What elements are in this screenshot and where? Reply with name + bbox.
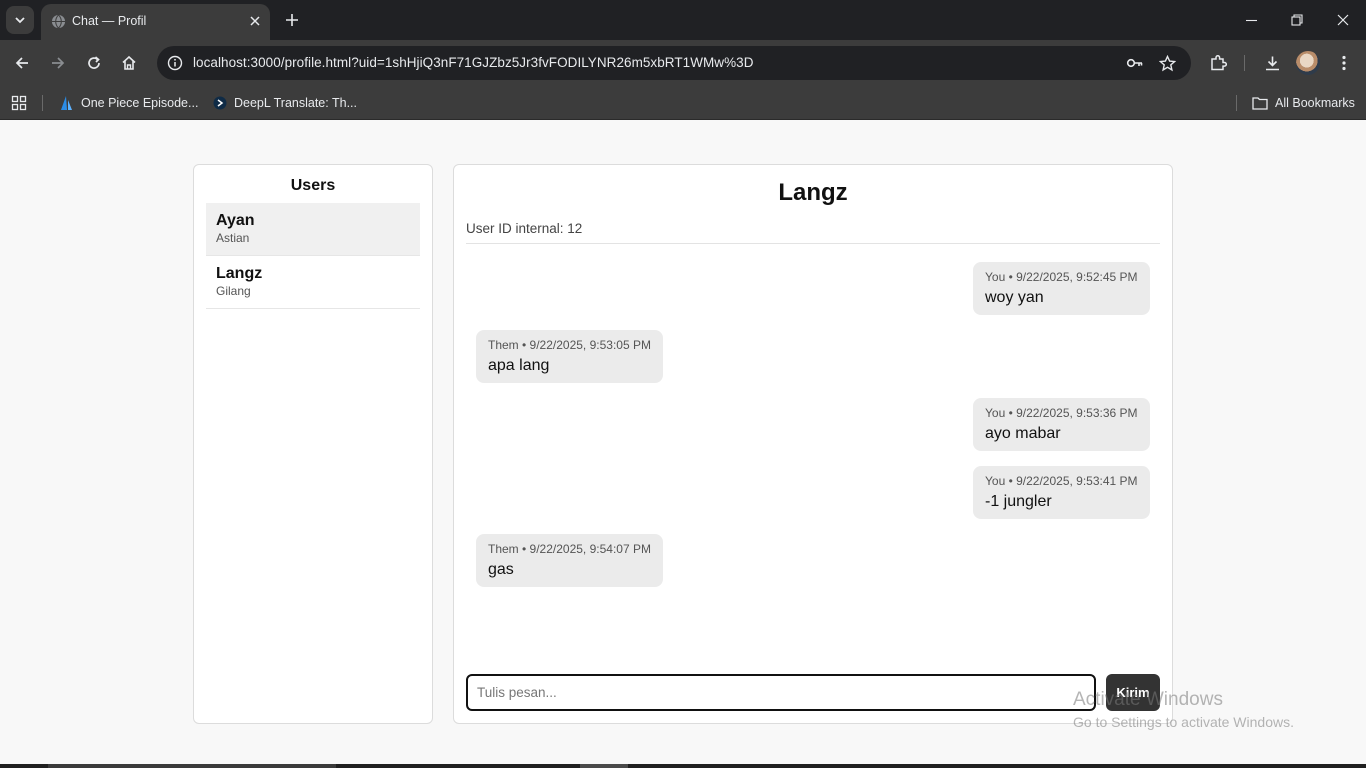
user-subtitle: Gilang	[216, 284, 251, 298]
tab-title: Chat — Profil	[72, 14, 147, 28]
bookmark-label: One Piece Episode...	[81, 96, 199, 110]
users-panel: Users Ayan Astian Langz Gilang	[193, 164, 433, 724]
minimize-button[interactable]	[1228, 0, 1274, 40]
arrow-left-icon	[15, 57, 28, 69]
restore-icon	[1291, 14, 1303, 26]
message-bubble: You • 9/22/2025, 9:53:36 PM ayo mabar	[973, 398, 1150, 451]
forward-button[interactable]	[42, 47, 74, 79]
chat-divider	[466, 243, 1160, 244]
profile-avatar[interactable]	[1296, 51, 1320, 75]
chat-user-id: User ID internal: 12	[466, 221, 583, 236]
message-bubble: Them • 9/22/2025, 9:54:07 PM gas	[476, 534, 663, 587]
page-content: Users Ayan Astian Langz Gilang Langz Use…	[0, 121, 1366, 764]
menu-button[interactable]	[1328, 47, 1360, 79]
message-meta: You • 9/22/2025, 9:52:45 PM	[985, 270, 1138, 284]
message-text: ayo mabar	[985, 425, 1061, 442]
message-meta: You • 9/22/2025, 9:53:36 PM	[985, 406, 1138, 420]
user-name: Langz	[216, 265, 263, 282]
message-text: -1 jungler	[985, 493, 1052, 510]
apps-button[interactable]	[11, 92, 27, 114]
chevron-down-icon	[15, 17, 25, 24]
password-key-button[interactable]	[1123, 51, 1147, 75]
minimize-icon	[1245, 19, 1257, 21]
tab-close-button[interactable]	[246, 12, 264, 30]
message-text: apa lang	[488, 357, 550, 374]
chat-panel: Langz User ID internal: 12 You • 9/22/20…	[453, 164, 1173, 724]
bookmark-label: DeepL Translate: Th...	[234, 96, 357, 110]
browser-toolbar: localhost:3000/profile.html?uid=1shHjiQ3…	[0, 40, 1366, 86]
user-name: Ayan	[216, 212, 255, 229]
all-bookmarks-label: All Bookmarks	[1275, 96, 1355, 110]
browser-tab[interactable]: Chat — Profil	[41, 4, 270, 40]
message-bubble: You • 9/22/2025, 9:53:41 PM -1 jungler	[973, 466, 1150, 519]
users-title: Users	[290, 177, 336, 194]
kebab-menu-icon	[1342, 55, 1346, 71]
message-bubble: Them • 9/22/2025, 9:53:05 PM apa lang	[476, 330, 663, 383]
bookmark-one-piece[interactable]: One Piece Episode...	[58, 92, 198, 114]
toolbar-divider	[1244, 55, 1245, 71]
puzzle-icon	[1211, 54, 1227, 71]
url-text: localhost:3000/profile.html?uid=1shHjiQ3…	[193, 55, 754, 70]
close-icon	[250, 16, 260, 26]
downloads-button[interactable]	[1256, 47, 1288, 79]
reload-button[interactable]	[78, 47, 110, 79]
message-input[interactable]	[466, 674, 1096, 711]
bookmarks-divider	[42, 95, 43, 111]
user-item-ayan[interactable]: Ayan Astian	[206, 203, 420, 256]
user-item-langz[interactable]: Langz Gilang	[206, 256, 420, 309]
taskbar-edge	[0, 764, 1366, 768]
bookmark-deepl[interactable]: DeepL Translate: Th...	[213, 92, 357, 114]
site-info-button[interactable]	[163, 51, 187, 75]
bookmarks-divider	[1236, 95, 1237, 111]
restore-button[interactable]	[1274, 0, 1320, 40]
chat-title: Langz	[778, 179, 848, 206]
message-meta: Them • 9/22/2025, 9:54:07 PM	[488, 542, 651, 556]
address-bar[interactable]: localhost:3000/profile.html?uid=1shHjiQ3…	[157, 46, 1191, 80]
one-piece-favicon-icon	[61, 96, 72, 110]
bookmark-star-button[interactable]	[1155, 51, 1179, 75]
new-tab-button[interactable]	[281, 9, 303, 31]
all-bookmarks-button[interactable]: All Bookmarks	[1252, 92, 1355, 114]
plus-icon	[286, 14, 298, 26]
apps-grid-icon	[11, 95, 27, 111]
back-button[interactable]	[6, 47, 38, 79]
arrow-right-icon	[52, 57, 65, 69]
reload-icon	[88, 56, 100, 69]
message-bubble: You • 9/22/2025, 9:52:45 PM woy yan	[973, 262, 1150, 315]
folder-icon	[1252, 97, 1268, 110]
user-subtitle: Astian	[216, 231, 250, 245]
info-icon	[167, 55, 183, 71]
message-meta: You • 9/22/2025, 9:53:41 PM	[985, 474, 1138, 488]
star-icon	[1158, 54, 1176, 71]
bookmarks-bar: One Piece Episode... DeepL Translate: Th…	[0, 86, 1366, 120]
tab-search-button[interactable]	[6, 6, 34, 34]
close-window-button[interactable]	[1320, 0, 1366, 40]
send-button[interactable]: Kirim	[1106, 674, 1160, 711]
download-icon	[1265, 56, 1279, 70]
deepl-favicon-icon	[213, 96, 227, 110]
globe-icon	[51, 14, 66, 29]
home-button[interactable]	[113, 47, 145, 79]
close-icon	[1337, 14, 1349, 26]
taskbar-segment	[48, 764, 336, 768]
message-text: gas	[488, 561, 514, 578]
message-text: woy yan	[985, 289, 1044, 306]
tab-strip: Chat — Profil	[0, 0, 1366, 40]
message-meta: Them • 9/22/2025, 9:53:05 PM	[488, 338, 651, 352]
extensions-button[interactable]	[1202, 47, 1234, 79]
key-icon	[1126, 58, 1143, 68]
taskbar-segment	[580, 764, 628, 768]
home-icon	[122, 55, 136, 70]
